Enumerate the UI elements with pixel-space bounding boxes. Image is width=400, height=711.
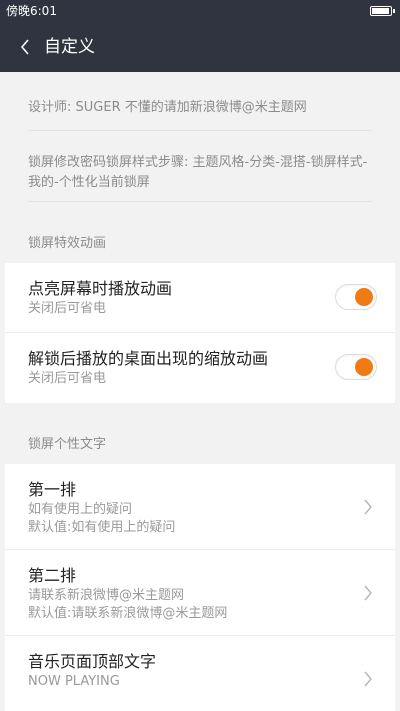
- setting-value: NOW PLAYING: [28, 674, 120, 689]
- lock-animation-card: 点亮屏幕时播放动画 关闭后可省电 解锁后播放的桌面出现的缩放动画 关闭后可省电: [5, 263, 395, 403]
- custom-text-card: 第一排 如有使用上的疑问 默认值:如有使用上的疑问 第二排 请联系新浪微博@米主…: [5, 464, 395, 711]
- setting-value: 如有使用上的疑问: [28, 502, 133, 517]
- chevron-left-icon: [20, 39, 29, 55]
- app-bar: 自定义: [0, 22, 400, 72]
- toggle-switch[interactable]: [335, 284, 377, 310]
- setting-row-unlock-zoom-animation[interactable]: 解锁后播放的桌面出现的缩放动画 关闭后可省电: [5, 333, 395, 403]
- section-title-custom-text: 锁屏个性文字: [28, 437, 107, 452]
- status-bar: 傍晚6:01: [0, 0, 400, 22]
- setting-subtitle: 关闭后可省电: [28, 301, 107, 316]
- chevron-right-icon: [364, 499, 372, 514]
- setting-title: 第二排: [28, 566, 77, 585]
- setting-row-first-line[interactable]: 第一排 如有使用上的疑问 默认值:如有使用上的疑问: [5, 464, 395, 550]
- chevron-right-icon: [364, 585, 372, 600]
- section-title-lock-animation: 锁屏特效动画: [28, 236, 107, 251]
- setting-default: 默认值:如有使用上的疑问: [28, 520, 176, 535]
- setting-title: 点亮屏幕时播放动画: [28, 279, 173, 298]
- setting-row-second-line[interactable]: 第二排 请联系新浪微博@米主题网 默认值:请联系新浪微博@米主题网: [5, 550, 395, 636]
- page-title: 自定义: [44, 37, 95, 57]
- toggle-switch[interactable]: [335, 354, 377, 380]
- status-time: 傍晚6:01: [6, 4, 57, 18]
- settings-content: 设计师: SUGER 不懂的请加新浪微博@米主题网 锁屏修改密码锁屏样式步骤: …: [0, 72, 400, 711]
- lockscreen-steps-info: 锁屏修改密码锁屏样式步骤: 主题风格-分类-混搭-锁屏样式-我的-个性化当前锁屏: [28, 131, 372, 202]
- designer-info: 设计师: SUGER 不懂的请加新浪微博@米主题网: [28, 72, 372, 131]
- setting-value: 请联系新浪微博@米主题网: [28, 588, 185, 603]
- setting-row-music-top-text[interactable]: 音乐页面顶部文字 NOW PLAYING: [5, 636, 395, 711]
- chevron-right-icon: [364, 671, 372, 687]
- setting-title: 第一排: [28, 480, 77, 499]
- battery-icon: [370, 6, 395, 16]
- setting-row-screen-on-animation[interactable]: 点亮屏幕时播放动画 关闭后可省电: [5, 263, 395, 333]
- setting-subtitle: 关闭后可省电: [28, 371, 107, 386]
- back-button[interactable]: [12, 34, 38, 60]
- setting-title: 音乐页面顶部文字: [28, 652, 157, 671]
- setting-default: 默认值:请联系新浪微博@米主题网: [28, 606, 228, 621]
- setting-title: 解锁后播放的桌面出现的缩放动画: [28, 349, 269, 368]
